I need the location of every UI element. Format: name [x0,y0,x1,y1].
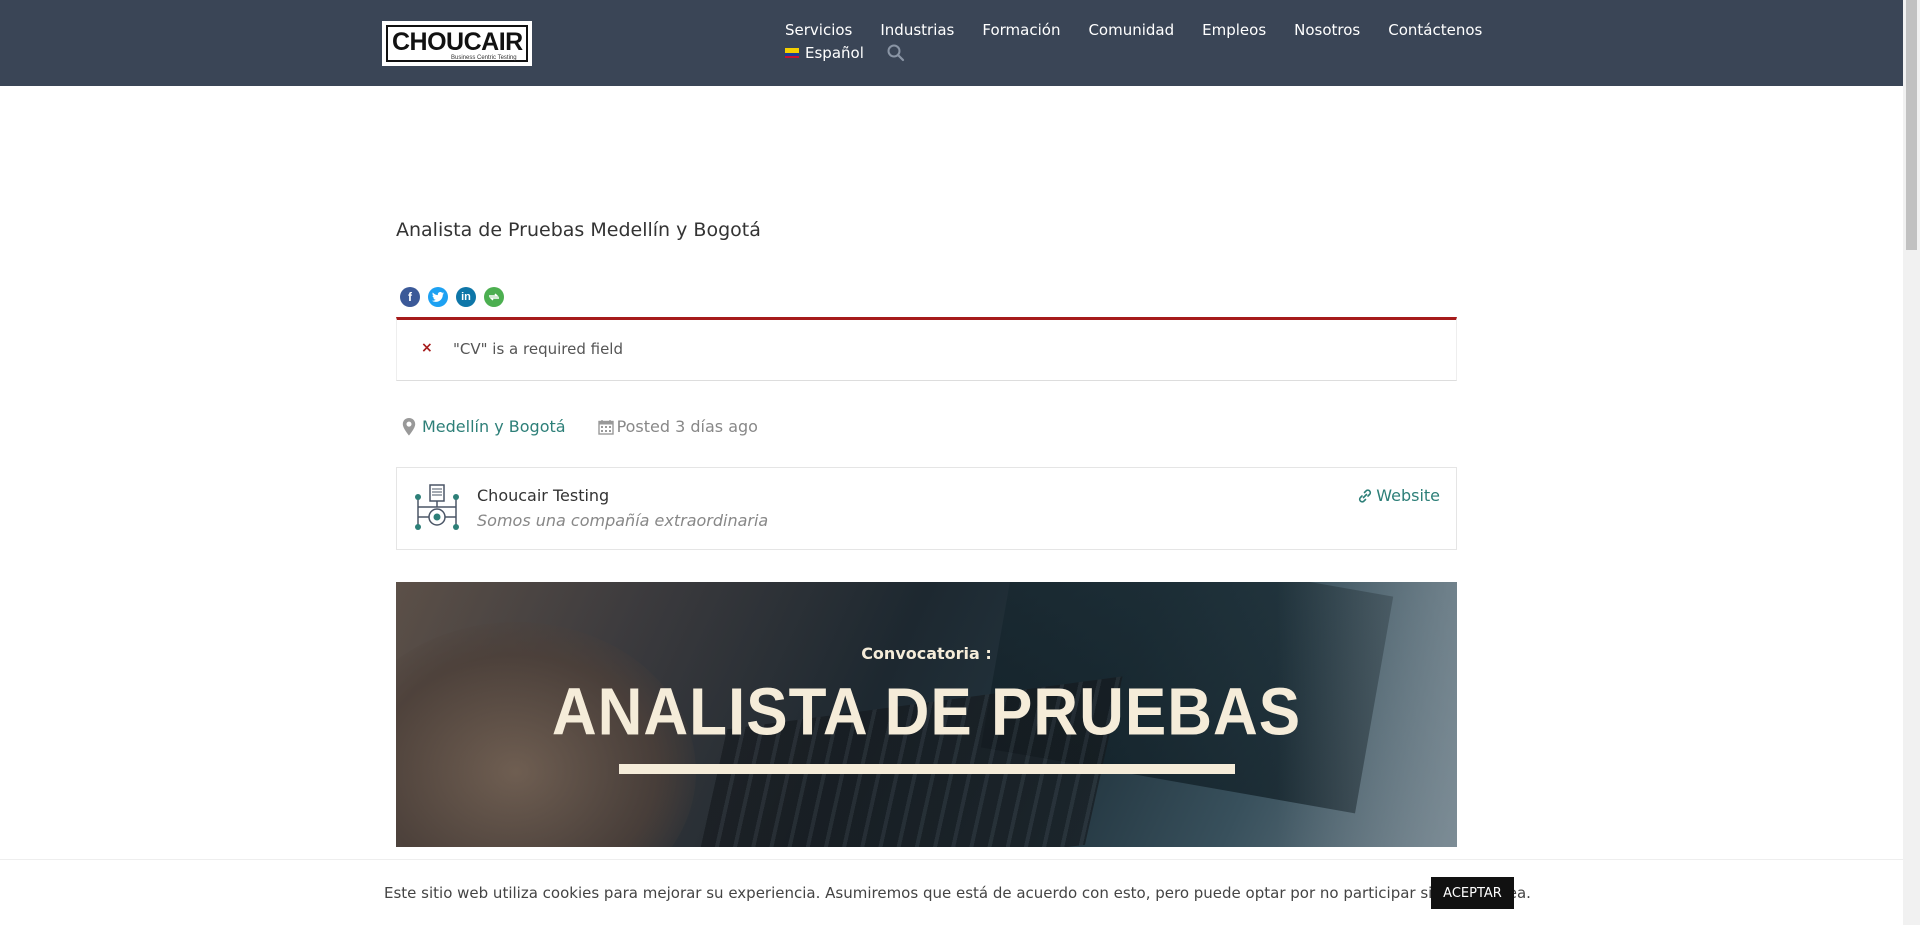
cookie-text: Este sitio web utiliza cookies para mejo… [384,884,1531,902]
website-label: Website [1376,486,1440,505]
logo-subtitle: Business Centric Testing [451,55,517,62]
search-icon[interactable] [886,43,906,63]
nav-formacion[interactable]: Formación [982,21,1060,39]
company-name: Choucair Testing [477,486,610,505]
main-nav: Servicios Industrias Formación Comunidad… [785,21,1510,39]
error-message: "CV" is a required field [453,340,623,358]
page-scrollbar[interactable] [1903,0,1920,925]
twitter-icon[interactable] [428,287,448,307]
nav-servicios[interactable]: Servicios [785,21,852,39]
banner-title: ANALISTA DE PRUEBAS [551,675,1302,750]
scrollbar-thumb[interactable] [1906,0,1917,250]
banner-subtitle: Convocatoria : [861,644,992,663]
logo-text: CHOUCAIR [392,28,523,56]
job-meta: Medellín y Bogotá Posted 3 días ago [402,417,758,436]
company-logo-icon [415,484,459,530]
nav-comunidad[interactable]: Comunidad [1088,21,1174,39]
accept-cookies-button[interactable]: ACEPTAR [1431,877,1514,909]
facebook-icon[interactable]: f [400,287,420,307]
nav-empleos[interactable]: Empleos [1202,21,1266,39]
cookie-bar: Este sitio web utiliza cookies para mejo… [0,859,1903,925]
linkedin-icon[interactable]: in [456,287,476,307]
logo-frame: CHOUCAIR Business Centric Testing [386,25,528,62]
banner-underline [619,764,1235,774]
more-share-icon[interactable] [484,287,504,307]
job-location[interactable]: Medellín y Bogotá [422,417,566,436]
error-notice: × "CV" is a required field [396,317,1457,381]
website-link[interactable]: Website [1357,486,1440,505]
company-tagline: Somos una compañía extraordinaria [477,511,769,530]
job-banner-image: Convocatoria : ANALISTA DE PRUEBAS [396,582,1457,847]
language-label: Español [805,44,864,62]
site-header: CHOUCAIR Business Centric Testing Servic… [0,0,1903,86]
nav-contactenos[interactable]: Contáctenos [1388,21,1482,39]
job-title: Analista de Pruebas Medellín y Bogotá [396,219,761,241]
posted-date: Posted 3 días ago [616,417,758,436]
error-x-icon: × [421,340,433,356]
nav-nosotros[interactable]: Nosotros [1294,21,1360,39]
language-switcher[interactable]: Español [785,44,864,62]
company-card: Choucair Testing Somos una compañía extr… [396,467,1457,550]
location-pin-icon [402,417,416,435]
calendar-icon [597,419,614,435]
nav-industrias[interactable]: Industrias [880,21,954,39]
link-icon [1359,488,1372,503]
colombia-flag-icon [785,48,799,58]
logo[interactable]: CHOUCAIR Business Centric Testing [382,21,532,66]
share-bar: f in [400,287,504,307]
